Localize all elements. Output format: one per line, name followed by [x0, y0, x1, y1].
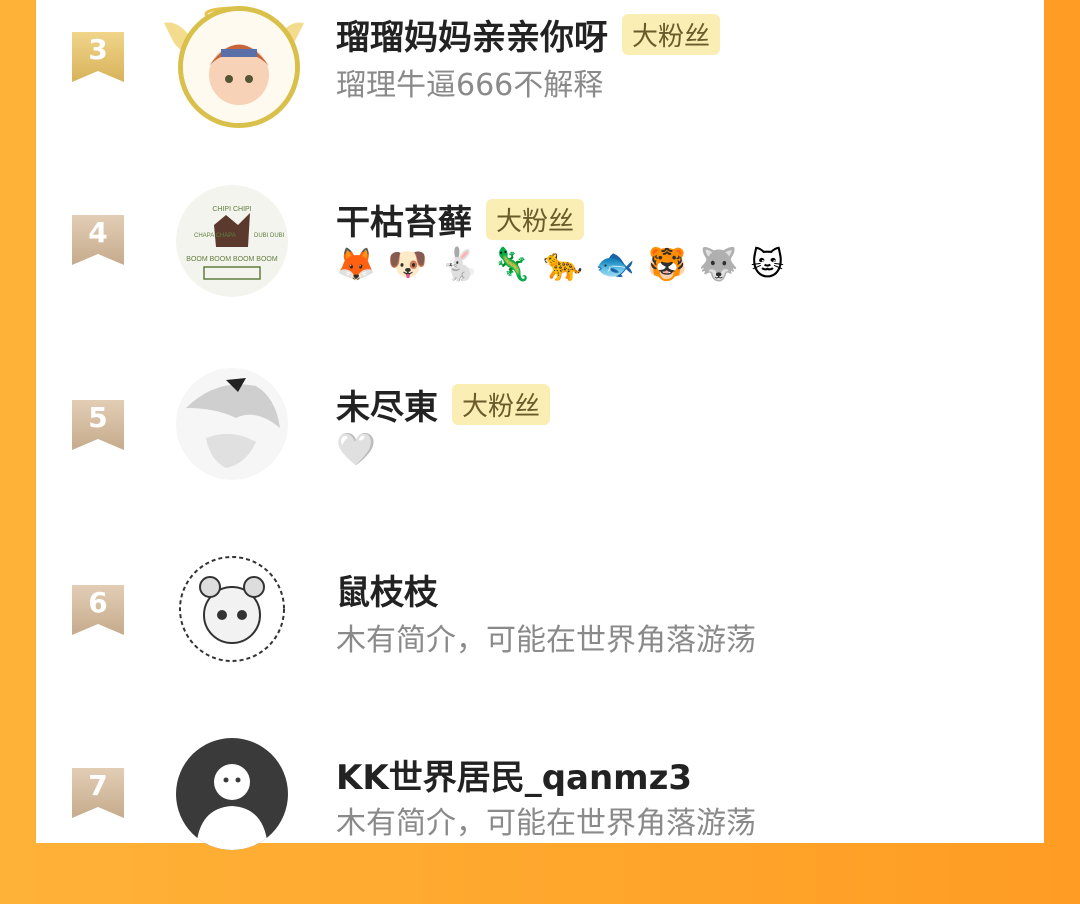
fan-rank-list: 3 瑠瑠妈妈亲亲你呀 大粉丝 瑠理牛逼666不解释 4 CHIPI CHIPI …: [36, 0, 1044, 850]
rank-badge: 7: [72, 768, 124, 818]
fan-level-badge: 大粉丝: [486, 199, 585, 240]
lizard-emoji-icon: 🦎: [491, 245, 532, 283]
rank-badge: 3: [72, 32, 124, 82]
list-item[interactable]: 4 CHIPI CHIPI CHAPA CHAPA DUBI DUBI BOOM…: [36, 165, 1044, 349]
rank-badge: 6: [72, 585, 124, 635]
user-name-text: KK世界居民_qanmz3: [336, 758, 693, 798]
list-item[interactable]: 7 KK世界居民_qanmz3 木有简介，可能在世界角落游荡: [36, 720, 1044, 904]
rabbit-emoji-icon: 🐇: [439, 245, 480, 283]
user-bio-emojis: 🦊 🐶 🐇 🦎 🐆 🐟 🐯 🐺 🐱: [336, 245, 784, 283]
list-item[interactable]: 6 鼠枝枝 木有简介，可能在世界角落游荡: [36, 535, 1044, 719]
user-name: 未尽東 大粉丝: [336, 380, 551, 429]
fan-level-badge: 大粉丝: [622, 14, 721, 55]
user-bio: 木有简介，可能在世界角落游荡: [336, 806, 756, 841]
dog-emoji-icon: 🐶: [387, 245, 428, 283]
rank-badge: 5: [72, 400, 124, 450]
list-item[interactable]: 5 未尽東 大粉丝 🤍: [36, 350, 1044, 534]
avatar-text: CHIPI CHIPI: [212, 206, 251, 213]
avatar-image: [176, 368, 288, 480]
user-name: KK世界居民_qanmz3: [336, 750, 692, 799]
user-name-text: 瑠瑠妈妈亲亲你呀: [336, 18, 608, 58]
user-name-text: 未尽東: [336, 388, 438, 428]
user-bio: 木有简介，可能在世界角落游荡: [336, 623, 756, 658]
rank-number: 3: [88, 33, 108, 66]
avatar[interactable]: [176, 738, 288, 850]
avatar[interactable]: CHIPI CHIPI CHAPA CHAPA DUBI DUBI BOOM B…: [176, 185, 288, 297]
avatar-image: CHIPI CHIPI CHAPA CHAPA DUBI DUBI BOOM B…: [176, 185, 288, 297]
avatar[interactable]: [176, 368, 288, 480]
avatar[interactable]: [178, 6, 300, 128]
user-name: 干枯苔藓 大粉丝: [336, 195, 585, 244]
rank-number: 4: [88, 216, 108, 249]
user-bio: 瑠理牛逼666不解释: [336, 68, 604, 103]
wolf-emoji-icon: 🐺: [698, 245, 739, 283]
fox-emoji-icon: 🦊: [336, 245, 376, 283]
rank-number: 6: [88, 586, 108, 619]
rank-number: 5: [88, 401, 108, 434]
rank-badge: 4: [72, 215, 124, 265]
user-name: 瑠瑠妈妈亲亲你呀 大粉丝: [336, 10, 721, 59]
leopard-emoji-icon: 🐆: [543, 245, 584, 283]
list-item[interactable]: 3 瑠瑠妈妈亲亲你呀 大粉丝 瑠理牛逼666不解释: [36, 0, 1044, 164]
user-name: 鼠枝枝: [336, 565, 438, 614]
fish-emoji-icon: 🐟: [595, 245, 636, 283]
avatar-image: [183, 11, 295, 123]
avatar-image: [176, 553, 288, 665]
avatar[interactable]: [176, 553, 288, 665]
user-name-text: 鼠枝枝: [336, 573, 438, 613]
default-avatar-icon: [196, 764, 268, 850]
tiger-emoji-icon: 🐯: [647, 245, 687, 283]
avatar-text: CHAPA CHAPA: [194, 233, 236, 239]
rank-number: 7: [88, 769, 108, 802]
cat-emoji-icon: 🐱: [750, 245, 785, 283]
user-name-text: 干枯苔藓: [336, 203, 472, 243]
fan-level-badge: 大粉丝: [452, 384, 551, 425]
user-bio-emojis: 🤍: [336, 430, 376, 468]
avatar-text: BOOM BOOM BOOM BOOM: [186, 256, 278, 263]
white-heart-emoji-icon: 🤍: [336, 430, 376, 468]
avatar-text: DUBI DUBI: [254, 233, 285, 239]
